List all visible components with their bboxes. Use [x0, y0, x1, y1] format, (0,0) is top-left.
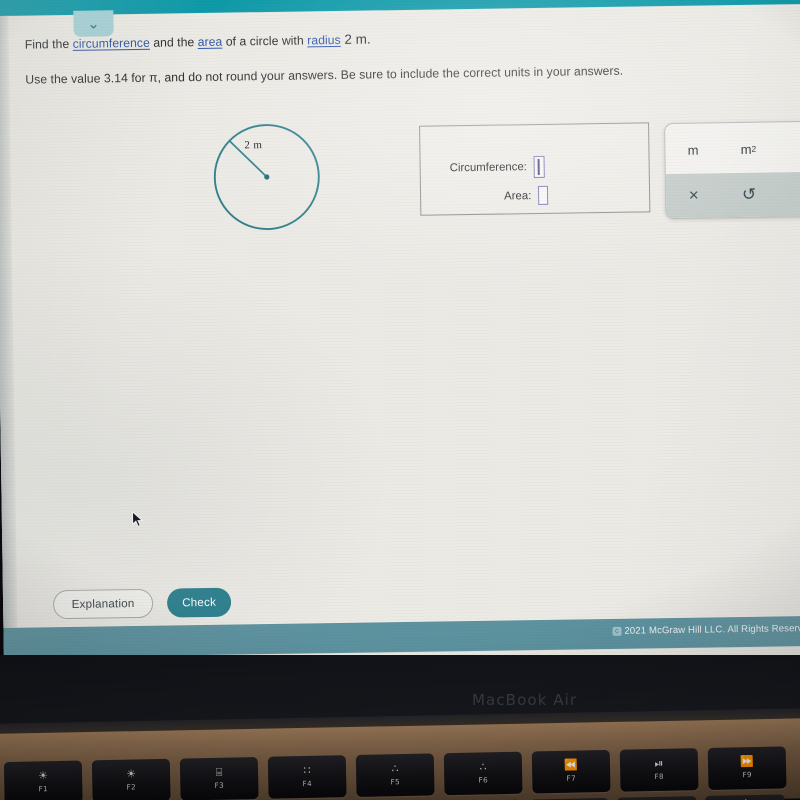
key-paren-open[interactable]: (: [704, 794, 786, 800]
app-top-bar: [0, 0, 800, 17]
footer-bar: c 2021 McGraw Hill LLC. All Rights Reserv…: [3, 615, 800, 658]
keypad-action-extra[interactable]: [776, 172, 800, 217]
fkey-f5-keyboard-backlight-down-icon: ∴: [391, 763, 399, 776]
copyright-text: 2021 McGraw Hill LLC. All Rights Reserve…: [624, 622, 800, 637]
fkey-f9-fast-forward-label: F9: [742, 770, 753, 780]
explanation-button[interactable]: Explanation: [52, 588, 154, 620]
circumference-row: Circumference:: [449, 155, 546, 179]
fkey-f2-brightness-up[interactable]: ☀ F2: [91, 758, 171, 800]
screen-scanlines: [0, 0, 800, 674]
fkey-f6-keyboard-backlight-up-label: F6: [478, 775, 489, 785]
answer-entry-box: Circumference: Area:: [419, 122, 651, 216]
fkey-f1-brightness-down-icon: ☀: [38, 770, 49, 783]
area-input[interactable]: [538, 185, 549, 205]
fkey-f1-brightness-down[interactable]: ☀ F1: [3, 760, 83, 800]
unit-button-extra[interactable]: [776, 122, 800, 175]
fkey-f7-rewind-icon: ⏪: [564, 759, 578, 772]
circumference-label: Circumference:: [449, 161, 527, 175]
fkey-f6-keyboard-backlight-up-icon: ∴: [479, 761, 487, 774]
device-brand-label: MacBook Air: [472, 691, 578, 709]
unit-m-label: m: [687, 142, 699, 158]
browser-viewport: ⌄ Find the circumference and the area of…: [0, 0, 800, 674]
circumference-input[interactable]: [533, 155, 546, 179]
mouse-cursor: [132, 510, 144, 528]
question-text-d: 2 m.: [340, 31, 371, 47]
copyright-icon: c: [612, 626, 622, 636]
fkey-f7-rewind-label: F7: [566, 773, 577, 783]
unit-keypad-units-row: m m2: [665, 122, 800, 176]
unit-m2-exponent: 2: [751, 143, 757, 154]
text-caret: [537, 158, 540, 176]
glossary-link-area[interactable]: area: [198, 35, 223, 49]
question-text-b: and the: [149, 35, 198, 50]
fkey-f2-brightness-up-icon: ☀: [126, 768, 137, 781]
fkey-f8-play-pause[interactable]: ⏯ F8: [619, 748, 699, 792]
fkey-f3-mission-control[interactable]: ⌸ F3: [179, 756, 259, 800]
fkey-f4-launchpad[interactable]: ∷ F4: [267, 755, 347, 799]
radius-label: 2 m: [244, 139, 263, 152]
fkey-f2-brightness-up-label: F2: [126, 782, 137, 792]
glossary-link-circumference[interactable]: circumference: [73, 36, 150, 51]
fkey-f1-brightness-down-label: F1: [38, 784, 49, 794]
fkey-f8-play-pause-icon: ⏯: [654, 757, 664, 771]
action-button-row: Explanation Check: [52, 587, 232, 620]
area-row: Area:: [504, 185, 549, 206]
photo-of-laptop-screen: ⌄ Find the circumference and the area of…: [0, 0, 800, 800]
copyright-notice: c 2021 McGraw Hill LLC. All Rights Reserv…: [612, 623, 800, 637]
screen-left-edge: [0, 15, 18, 628]
question-text-a: Find the: [24, 36, 73, 52]
unit-button-m[interactable]: m: [665, 123, 721, 176]
collapse-toggle-tab[interactable]: ⌄: [73, 10, 114, 37]
close-icon: ×: [688, 185, 699, 205]
glossary-link-radius[interactable]: radius: [307, 33, 341, 47]
fkey-f3-mission-control-label: F3: [214, 780, 225, 790]
question-text-c: of a circle with: [222, 33, 308, 49]
fkey-f9-fast-forward[interactable]: ⏩ F9: [707, 746, 787, 790]
unit-keypad-panel: m m2 × ↺: [664, 120, 800, 220]
fkey-f4-launchpad-icon: ∷: [303, 764, 311, 778]
fkey-f7-rewind[interactable]: ⏪ F7: [531, 749, 611, 794]
unit-button-m-squared[interactable]: m2: [720, 122, 776, 175]
unit-keypad-actions-row: × ↺: [665, 171, 800, 219]
fkey-f5-keyboard-backlight-down[interactable]: ∴ F5: [355, 753, 435, 797]
area-label: Area:: [504, 189, 532, 203]
clear-button[interactable]: ×: [666, 173, 722, 218]
explanation-button-label: Explanation: [71, 597, 135, 611]
fkey-f3-mission-control-icon: ⌸: [215, 766, 223, 779]
question-line-2: Use the value 3.14 for π, and do not rou…: [25, 63, 624, 87]
chevron-down-icon: ⌄: [87, 14, 100, 33]
fkey-f8-play-pause-label: F8: [654, 771, 665, 782]
unit-m2-base: m: [740, 141, 752, 157]
fkey-f5-keyboard-backlight-down-label: F5: [390, 777, 401, 787]
fkey-f6-keyboard-backlight-up[interactable]: ∴ F6: [443, 751, 523, 796]
screen-glare: [0, 0, 800, 674]
key-asterisk[interactable]: *: [616, 796, 698, 800]
undo-icon: ↺: [741, 184, 757, 204]
laptop-screen: ⌄ Find the circumference and the area of…: [0, 0, 800, 674]
fkey-f4-launchpad-label: F4: [302, 778, 313, 789]
check-button[interactable]: Check: [166, 587, 232, 618]
fkey-f9-fast-forward-icon: ⏩: [739, 756, 754, 769]
undo-button[interactable]: ↺: [721, 172, 777, 217]
circle-figure: 2 m: [211, 115, 331, 239]
check-button-label: Check: [182, 595, 217, 610]
